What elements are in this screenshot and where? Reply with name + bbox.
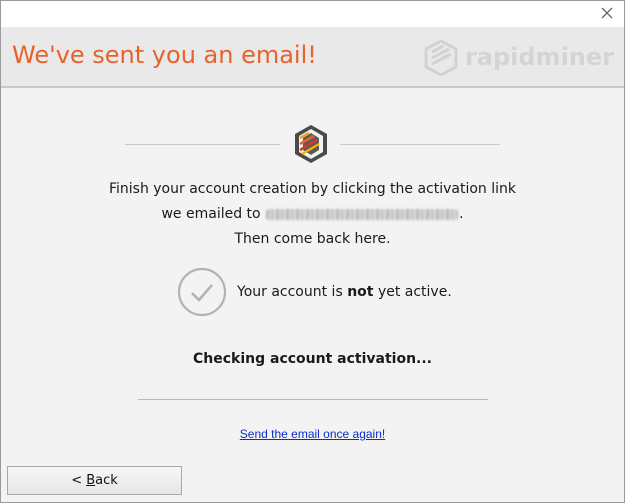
divider-line-right — [340, 144, 500, 145]
instruction-line-1: Finish your account creation by clicking… — [108, 181, 517, 197]
divider-line-left — [125, 144, 280, 145]
status-text-bold: not — [347, 284, 374, 300]
status-text: Your account is not yet active. — [237, 284, 452, 300]
back-button-prefix: < — [71, 473, 87, 488]
instruction-line-3: Then come back here. — [234, 231, 391, 247]
redacted-email — [266, 208, 459, 220]
dialog-window: We've sent you an email! rapidminer Fini… — [0, 0, 625, 503]
logo-divider — [125, 123, 500, 165]
checking-status: Checking account activation... — [192, 351, 432, 367]
back-button-mnemonic: B — [86, 473, 96, 488]
instructions: Finish your account creation by clicking… — [1, 177, 624, 252]
dialog-header: We've sent you an email! rapidminer — [1, 27, 624, 88]
status-text-before: Your account is — [237, 284, 343, 300]
back-button-rest: ack — [95, 473, 118, 488]
checkmark-circle-icon — [177, 267, 227, 317]
brand-logo: rapidminer — [423, 38, 614, 76]
back-button[interactable]: < Back — [7, 466, 182, 495]
bottom-divider — [138, 399, 488, 400]
brand-name: rapidminer — [464, 43, 614, 71]
rapidminer-color-logo-icon — [295, 125, 327, 163]
resend-email-link-text[interactable]: Send the email once again! — [240, 427, 385, 441]
status-text-after: yet active. — [377, 284, 452, 300]
close-icon[interactable] — [600, 6, 614, 20]
page-title: We've sent you an email! — [12, 41, 317, 69]
rapidminer-logo-icon — [424, 39, 458, 76]
account-status: Your account is not yet active. — [177, 267, 452, 317]
instruction-line-2-suffix: . — [459, 206, 464, 222]
instruction-line-2-prefix: we emailed to — [161, 206, 261, 222]
title-bar — [1, 1, 624, 27]
resend-email-link[interactable]: Send the email once again! — [1, 427, 624, 441]
instruction-line-2: we emailed to . — [1, 202, 624, 227]
